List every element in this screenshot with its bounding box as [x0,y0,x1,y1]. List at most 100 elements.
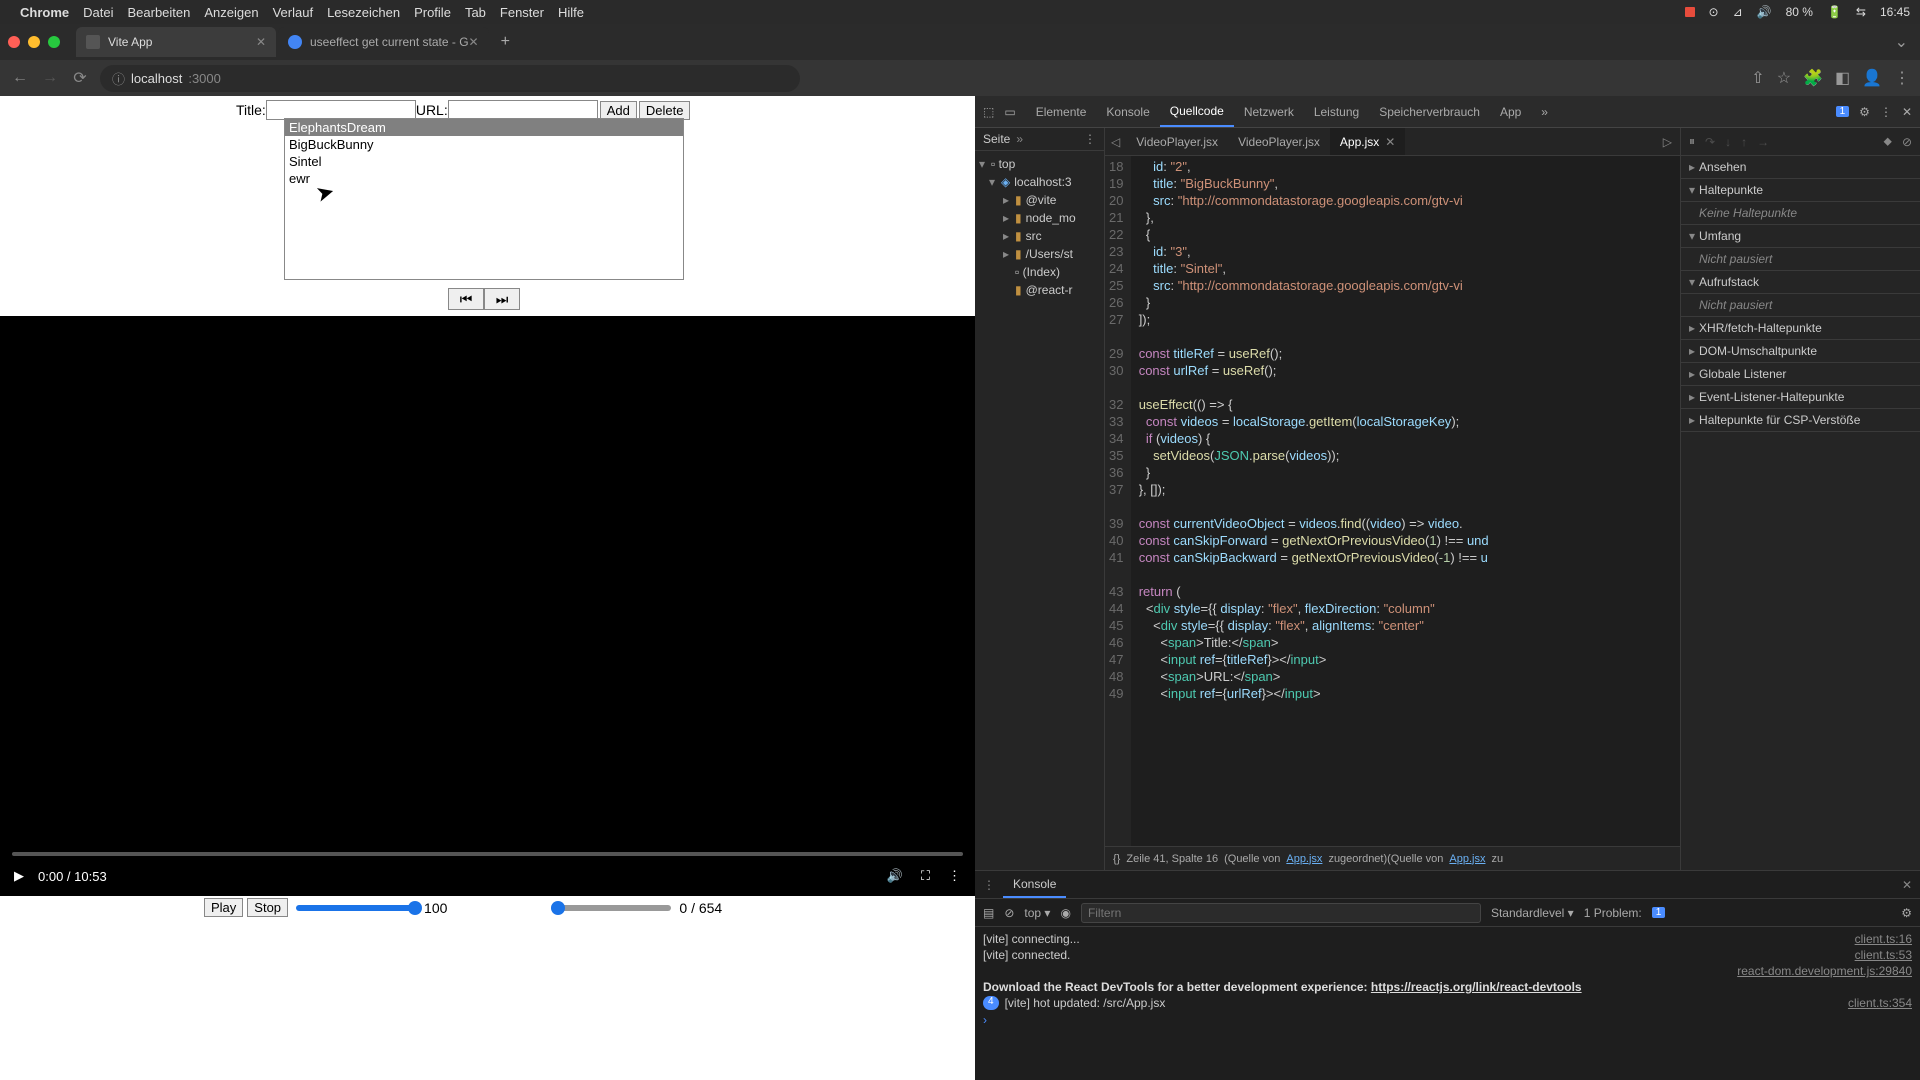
menu-tab[interactable]: Tab [465,5,486,20]
tree-src[interactable]: ▸▮src [975,227,1104,245]
log-source-link[interactable]: client.ts:354 [1848,996,1912,1010]
sidepanel-icon[interactable]: ◧ [1835,68,1850,88]
video-listbox[interactable]: ElephantsDream BigBuckBunny Sintel ewr [284,118,684,280]
dt-tab-more[interactable]: » [1531,96,1558,127]
dt-tab-sources[interactable]: Quellcode [1160,96,1234,127]
log-source-link[interactable]: client.ts:16 [1855,932,1912,946]
tree-vite[interactable]: ▸▮@vite [975,191,1104,209]
menu-edit[interactable]: Bearbeiten [127,5,190,20]
live-expression-icon[interactable]: ◉ [1060,906,1070,920]
watch-section[interactable]: ▸Ansehen [1681,156,1920,179]
extensions-icon[interactable]: 🧩 [1803,68,1823,88]
devtools-close-icon[interactable]: ✕ [1902,105,1912,119]
url-input[interactable] [448,100,598,120]
play-icon[interactable]: ▶ [14,868,24,884]
callstack-section[interactable]: ▾Aufrufstack [1681,271,1920,294]
tab-google-search[interactable]: useeffect get current state - G ✕ [278,27,489,57]
device-icon[interactable]: ▭ [1004,105,1015,119]
global-section[interactable]: ▸Globale Listener [1681,363,1920,386]
forward-button[interactable]: → [40,69,60,87]
stop-button[interactable]: Stop [247,898,288,917]
share-icon[interactable]: ⇧ [1751,68,1764,88]
console-tab[interactable]: Konsole [1003,871,1066,898]
pretty-print-icon[interactable]: {} [1113,853,1120,865]
reload-button[interactable]: ⟳ [70,68,90,88]
dt-tab-console[interactable]: Konsole [1096,96,1159,127]
issues-badge[interactable]: 1 [1836,106,1850,117]
file-tab[interactable]: VideoPlayer.jsx [1228,128,1330,155]
tab-vite-app[interactable]: Vite App ✕ [76,27,276,57]
volume-slider[interactable] [296,905,416,911]
pause-icon[interactable]: ⏸ [1689,134,1695,149]
list-item[interactable]: ewr [285,170,683,187]
step-out-icon[interactable]: ↑ [1741,135,1747,149]
address-bar[interactable]: ⓘ localhost:3000 [100,65,800,92]
tab-close-icon[interactable]: ✕ [256,35,266,49]
devtools-link[interactable]: https://reactjs.org/link/react-devtools [1371,980,1582,994]
new-tab-button[interactable]: + [491,33,520,51]
battery-icon[interactable]: 🔋 [1827,5,1842,19]
file-tab-active[interactable]: App.jsx✕ [1330,128,1405,155]
log-level-selector[interactable]: Standardlevel ▾ [1491,906,1574,920]
tree-top[interactable]: ▾▫ top [975,155,1104,173]
file-nav-back[interactable]: ◁ [1105,135,1126,149]
tree-host[interactable]: ▾◈localhost:3 [975,173,1104,191]
step-icon[interactable]: → [1757,135,1769,149]
list-item[interactable]: ElephantsDream [285,119,683,136]
profile-icon[interactable]: 👤 [1862,68,1882,88]
list-item[interactable]: BigBuckBunny [285,136,683,153]
dt-tab-elements[interactable]: Elemente [1026,96,1097,127]
console-output[interactable]: [vite] connecting...client.ts:16 [vite] … [975,927,1920,1080]
tabs-overflow-icon[interactable]: ⌄ [1895,32,1908,52]
play-button[interactable]: Play [204,898,243,917]
tree-index[interactable]: ▫ (Index) [975,263,1104,281]
menu-file[interactable]: Datei [83,5,113,20]
source-map-link[interactable]: App.jsx [1286,853,1322,865]
drawer-menu-icon[interactable]: ⋮ [983,878,995,892]
console-settings-icon[interactable]: ⚙ [1901,906,1912,920]
skip-forward-button[interactable]: ⏭ [484,288,520,310]
problems-badge[interactable]: 1 [1652,907,1666,918]
context-selector[interactable]: top ▾ [1024,906,1050,920]
dock-menu-icon[interactable]: ⋮ [1880,105,1892,119]
dt-tab-performance[interactable]: Leistung [1304,96,1369,127]
step-into-icon[interactable]: ↓ [1725,135,1731,149]
pause-exceptions-icon[interactable]: ⊘ [1902,135,1912,149]
menu-history[interactable]: Verlauf [273,5,313,20]
title-input[interactable] [266,100,416,120]
menu-window[interactable]: Fenster [500,5,544,20]
volume-icon[interactable]: 🔊 [887,868,903,884]
menu-profiles[interactable]: Profile [414,5,451,20]
scope-section[interactable]: ▾Umfang [1681,225,1920,248]
fullscreen-icon[interactable]: ⛶ [921,868,930,884]
file-tab[interactable]: VideoPlayer.jsx [1126,128,1228,155]
step-over-icon[interactable]: ↷ [1705,135,1715,149]
tree-react[interactable]: ▮@react-r [975,281,1104,299]
tree-users[interactable]: ▸▮/Users/st [975,245,1104,263]
back-button[interactable]: ← [10,69,30,87]
skip-back-button[interactable]: ⏮ [448,288,484,310]
drawer-close-icon[interactable]: ✕ [1902,878,1912,892]
seek-slider[interactable] [551,905,671,911]
window-close[interactable] [8,36,20,48]
code-editor[interactable]: 1819202122232425262729303233343536373940… [1105,156,1680,846]
status-record-icon[interactable] [1685,7,1695,17]
menubar-app[interactable]: Chrome [20,5,69,20]
file-close-icon[interactable]: ✕ [1385,135,1395,149]
slider-thumb[interactable] [551,901,565,915]
breakpoints-section[interactable]: ▾Haltepunkte [1681,179,1920,202]
event-section[interactable]: ▸Event-Listener-Haltepunkte [1681,386,1920,409]
deactivate-bp-icon[interactable]: ⬥ [1884,134,1892,149]
switch-icon[interactable]: ⇆ [1856,5,1866,19]
dt-tab-network[interactable]: Netzwerk [1234,96,1304,127]
dom-section[interactable]: ▸DOM-Umschaltpunkte [1681,340,1920,363]
bookmark-icon[interactable]: ☆ [1777,68,1791,88]
wifi-icon[interactable]: ⊿ [1733,5,1743,19]
source-map-link[interactable]: App.jsx [1449,853,1485,865]
window-maximize[interactable] [48,36,60,48]
site-info-icon[interactable]: ⓘ [112,69,125,88]
csp-section[interactable]: ▸Haltepunkte für CSP-Verstöße [1681,409,1920,432]
log-source-link[interactable]: client.ts:53 [1855,948,1912,962]
console-filter-input[interactable] [1081,903,1481,923]
run-snippet-icon[interactable]: ▷ [1655,135,1680,149]
